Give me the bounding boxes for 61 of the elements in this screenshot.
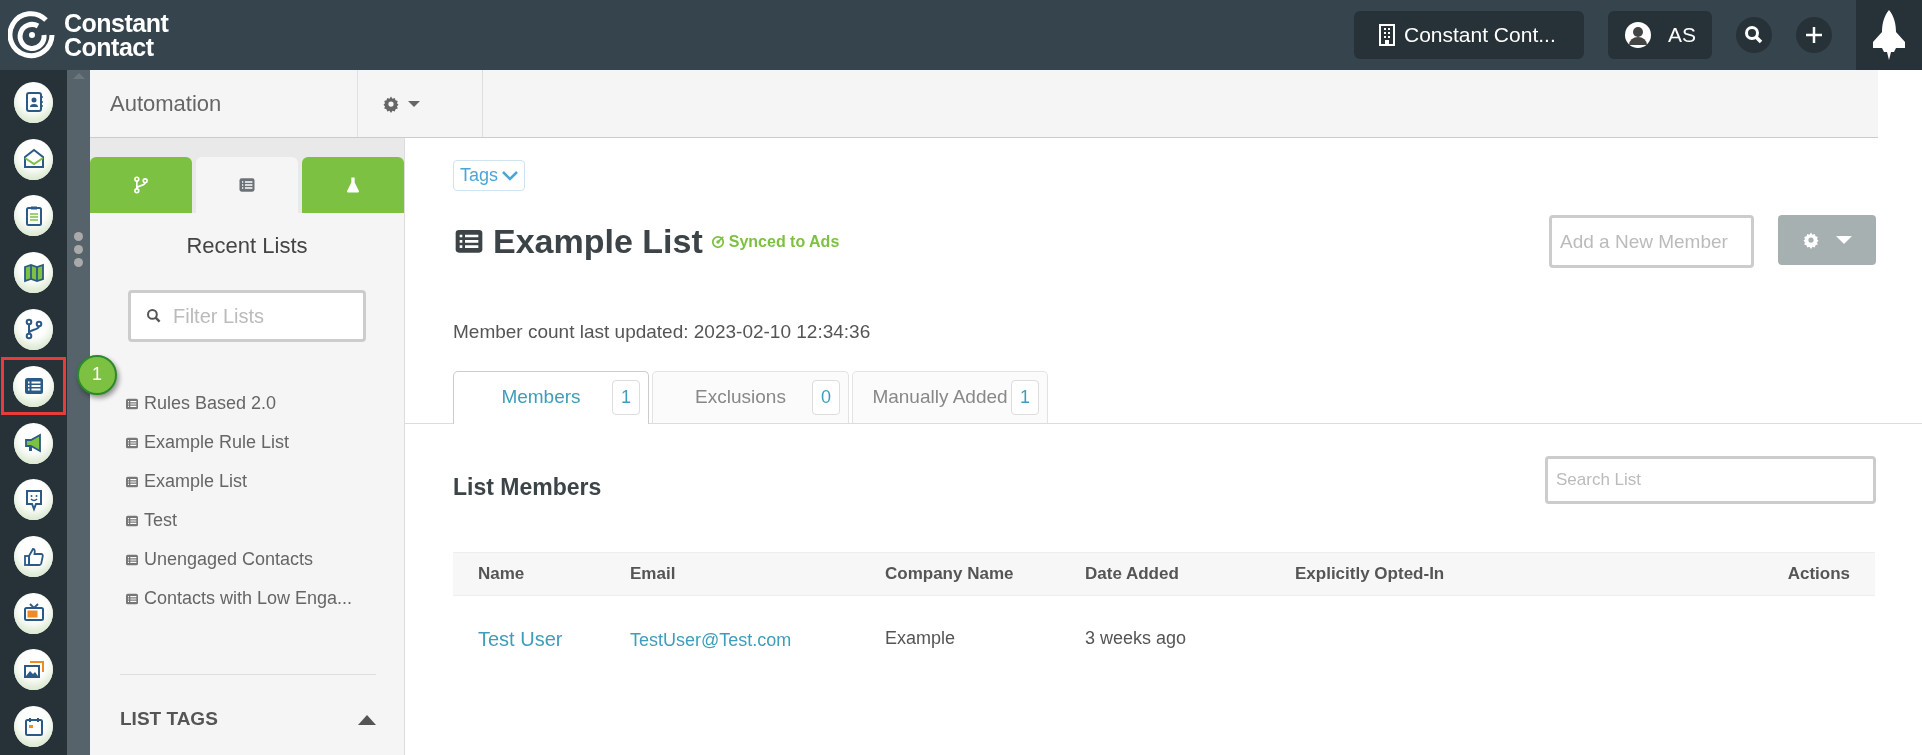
user-menu-button[interactable]: AS: [1608, 11, 1712, 59]
branch-icon: [131, 175, 151, 195]
logo-icon: [8, 11, 56, 59]
tags-dropdown[interactable]: Tags: [453, 160, 526, 191]
tab-label: Members: [500, 385, 582, 410]
list-icon: [237, 175, 257, 195]
column-header: Email: [629, 552, 884, 596]
logo-text: Constant: [64, 11, 169, 35]
count-badge: 0: [812, 379, 840, 415]
section-heading: LIST TAGS: [120, 706, 218, 731]
account-button[interactable]: Constant Cont...: [1354, 11, 1584, 59]
contact-name-link[interactable]: Test User: [478, 627, 563, 650]
settings-icon: [382, 94, 400, 113]
recent-list-link[interactable]: Contacts with Low Enga...: [144, 585, 353, 612]
caret-icon: [408, 99, 420, 108]
list-tab[interactable]: Manually Added 1: [852, 370, 1048, 423]
filter-field[interactable]: Filter Lists: [128, 290, 366, 342]
launch-button[interactable]: [1856, 0, 1922, 70]
column-header: Company Name: [884, 552, 1084, 596]
recent-list-link[interactable]: Example List: [144, 468, 248, 495]
list-tab[interactable]: Exclusions 0: [652, 370, 849, 423]
last-updated-text: Member count last updated: 2023-02-10 12:34:36: [453, 320, 872, 344]
settings-icon: [1802, 231, 1820, 249]
tab-label: Manually Added: [871, 384, 1009, 409]
avatar-icon: [1624, 21, 1652, 49]
search-icon: [146, 308, 162, 324]
section-heading: Recent Lists: [186, 232, 308, 260]
sync-status: Synced to Ads: [710, 229, 840, 254]
page-title: Automation: [109, 90, 223, 118]
column-header: Explicitly Opted-In: [1294, 552, 1661, 596]
recent-list-link[interactable]: Test: [144, 507, 177, 534]
list-title: Example List: [493, 221, 703, 262]
column-header: Date Added: [1084, 552, 1294, 596]
search-icon: [1744, 25, 1764, 45]
app-nav-item[interactable]: [1, 357, 66, 416]
recent-list-link[interactable]: Rules Based 2.0: [144, 390, 277, 417]
panel-tab[interactable]: [196, 157, 298, 213]
column-header: Actions: [1660, 552, 1875, 596]
recent-list-link[interactable]: Unengaged Contacts: [144, 546, 314, 573]
search-list-field[interactable]: Search List: [1545, 455, 1876, 504]
building-icon: [1378, 24, 1396, 46]
target-icon: [710, 234, 725, 249]
plus-icon: [1804, 25, 1824, 45]
table-cell: 3 weeks ago: [1085, 628, 1187, 649]
chevron-down-icon: [502, 170, 519, 181]
settings-menu-button[interactable]: [382, 94, 420, 113]
add-member-field[interactable]: Add a New Member: [1549, 215, 1754, 268]
caret-up-icon: [358, 714, 376, 725]
count-badge: 1: [1011, 379, 1039, 415]
section-heading: List Members: [453, 472, 602, 502]
email-link[interactable]: TestUser@Test.com: [630, 629, 792, 650]
search-button[interactable]: [1736, 17, 1772, 53]
column-header: Name: [453, 552, 629, 596]
tab-label: Exclusions: [694, 384, 787, 409]
caret-icon: [1836, 235, 1852, 245]
add-button[interactable]: [1796, 17, 1832, 53]
list-tab[interactable]: Members 1: [453, 370, 649, 424]
recent-list-link[interactable]: Example Rule List: [144, 429, 290, 456]
logo-text: Contact: [64, 35, 155, 59]
count-badge: 1: [612, 380, 640, 415]
table-cell: Example: [885, 628, 956, 649]
